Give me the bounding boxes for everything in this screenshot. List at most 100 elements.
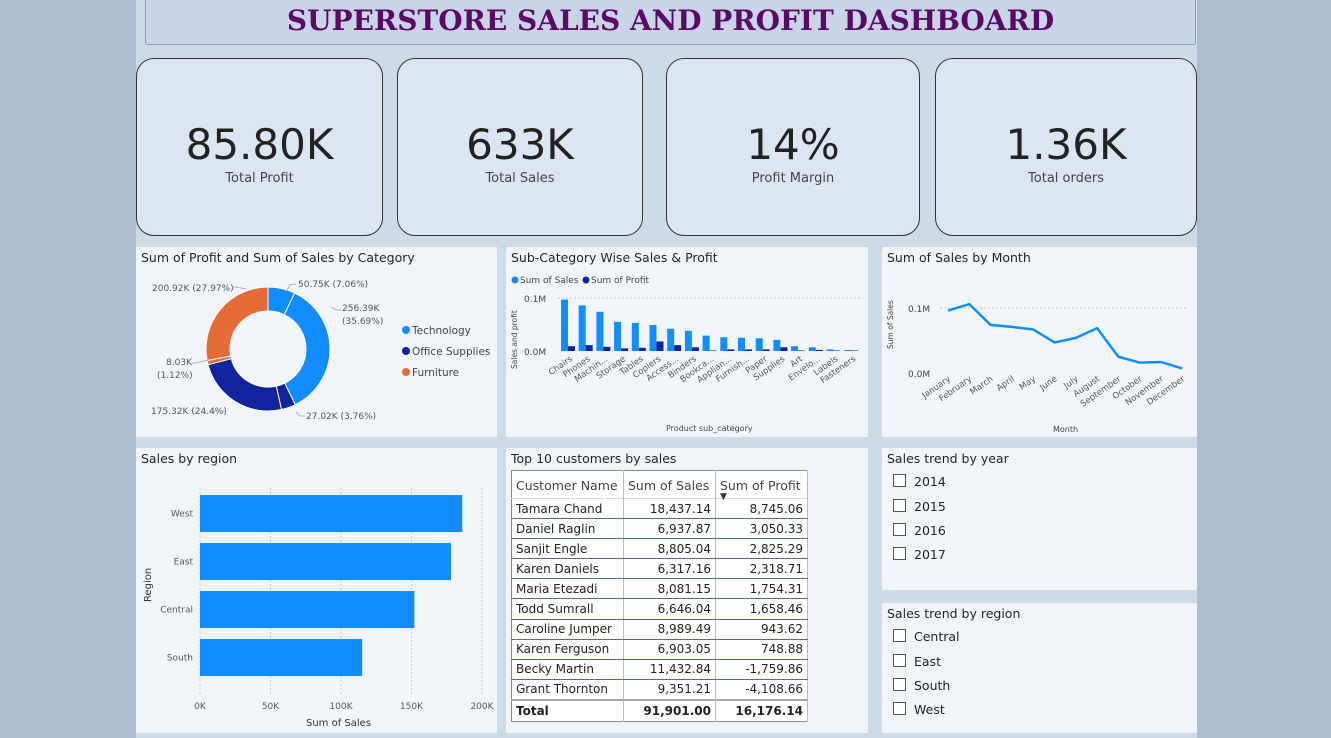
column-header-profit[interactable]: Sum of Profit ▼ bbox=[715, 470, 808, 502]
profit-bar[interactable] bbox=[815, 349, 823, 351]
sales-bar[interactable] bbox=[631, 322, 639, 351]
slicer-option-central[interactable]: Central bbox=[893, 629, 960, 644]
region-slicer[interactable]: Sales trend by region Central East South… bbox=[882, 603, 1197, 733]
sales-bar[interactable] bbox=[684, 330, 692, 351]
donut-label: 8.03K bbox=[166, 358, 193, 368]
slicer-option-2016[interactable]: 2016 bbox=[893, 523, 946, 538]
sales-bar[interactable] bbox=[649, 325, 657, 351]
slicer-option-east[interactable]: East bbox=[893, 654, 941, 669]
customers-title: Top 10 customers by sales bbox=[511, 451, 677, 466]
table-row[interactable]: Todd Sumrall 6,646.04 1,658.46 bbox=[511, 598, 808, 620]
profit-bar[interactable] bbox=[585, 345, 593, 351]
sales-cell: 6,646.04 bbox=[623, 598, 716, 620]
y-tick-label: 0.0M bbox=[524, 348, 546, 358]
year-slicer[interactable]: Sales trend by year 2014 2015 2016 2017 bbox=[882, 448, 1197, 590]
sales-bar[interactable] bbox=[844, 349, 852, 351]
sales-bar[interactable] bbox=[791, 346, 799, 351]
donut-slice[interactable] bbox=[205, 286, 269, 362]
table-row[interactable]: Grant Thornton 9,351.21 -4,108.66 bbox=[511, 678, 808, 701]
table-row[interactable]: Daniel Raglin 6,937.87 3,050.33 bbox=[511, 518, 808, 540]
table-row[interactable]: Sanjit Engle 8,805.04 2,825.29 bbox=[511, 538, 808, 560]
kpi-label: Total orders bbox=[1028, 171, 1104, 186]
slicer-option-south[interactable]: South bbox=[893, 678, 950, 693]
slicer-option-west[interactable]: West bbox=[893, 702, 945, 717]
y-axis-title: Sum of Sales bbox=[886, 300, 895, 349]
donut-slice[interactable] bbox=[207, 358, 283, 412]
table-row[interactable]: Tamara Chand 18,437.14 8,745.06 bbox=[511, 497, 808, 520]
sales-bar[interactable] bbox=[561, 299, 568, 351]
x-tick-label: 50K bbox=[262, 702, 280, 712]
profit-bar[interactable] bbox=[762, 349, 770, 351]
table-row[interactable]: Maria Etezadi 8,081.15 1,754.31 bbox=[511, 578, 808, 600]
column-header-sales[interactable]: Sum of Sales bbox=[623, 470, 716, 499]
profit-bar[interactable] bbox=[780, 347, 788, 351]
sales-bar[interactable] bbox=[667, 328, 675, 351]
profit-bar[interactable] bbox=[833, 350, 841, 351]
profit-bar[interactable] bbox=[656, 341, 664, 351]
donut-slice[interactable] bbox=[283, 292, 331, 406]
checkbox[interactable] bbox=[893, 474, 906, 487]
checkbox[interactable] bbox=[893, 523, 906, 536]
region-bar[interactable] bbox=[200, 495, 463, 532]
sales-bar[interactable] bbox=[826, 349, 834, 351]
sales-bar[interactable] bbox=[773, 339, 781, 351]
table-row[interactable]: Becky Martin 11,432.84 -1,759.86 bbox=[511, 658, 808, 680]
checkbox[interactable] bbox=[893, 702, 906, 715]
checkbox[interactable] bbox=[893, 547, 906, 560]
profit-cell: 2,825.29 bbox=[715, 538, 808, 560]
donut-panel[interactable]: Sum of Profit and Sum of Sales by Catego… bbox=[136, 247, 497, 437]
sales-bar[interactable] bbox=[738, 337, 745, 351]
profit-bar[interactable] bbox=[568, 346, 575, 351]
region-bar[interactable] bbox=[200, 543, 451, 580]
kpi-card-total-sales[interactable]: 633K Total Sales bbox=[397, 58, 643, 236]
profit-bar[interactable] bbox=[798, 350, 806, 351]
slicer-option-2015[interactable]: 2015 bbox=[893, 499, 946, 514]
sales-bar[interactable] bbox=[720, 337, 728, 351]
profit-bar[interactable] bbox=[674, 345, 682, 351]
checkbox[interactable] bbox=[893, 654, 906, 667]
profit-bar[interactable] bbox=[691, 347, 699, 351]
profit-cell: 8,745.06 bbox=[715, 497, 808, 520]
month-chart[interactable]: 0.1M 0.0M Sum of Sales Month JanuaryFebr… bbox=[882, 247, 1197, 437]
sales-bar[interactable] bbox=[578, 305, 586, 351]
region-bar[interactable] bbox=[200, 591, 415, 628]
donut-label: 27.02K (3.76%) bbox=[306, 412, 376, 422]
customers-panel[interactable]: Top 10 customers by sales Customer Name … bbox=[506, 448, 868, 733]
checkbox[interactable] bbox=[893, 499, 906, 512]
kpi-card-total-profit[interactable]: 85.80K Total Profit bbox=[136, 58, 383, 236]
sales-bar[interactable] bbox=[702, 335, 710, 351]
profit-bar[interactable] bbox=[745, 349, 752, 351]
column-header-customer[interactable]: Customer Name bbox=[511, 470, 624, 499]
profit-bar[interactable] bbox=[603, 346, 611, 351]
profit-bar[interactable] bbox=[709, 350, 717, 351]
profit-bar[interactable] bbox=[727, 349, 735, 351]
month-series-line[interactable] bbox=[947, 302, 1183, 370]
sales-bar[interactable] bbox=[808, 347, 816, 351]
donut-chart[interactable]: 50.75K (7.06%) 256.39K (35.69%) 27.02K (… bbox=[136, 247, 497, 437]
donut-label: 200.92K (27.97%) bbox=[152, 284, 234, 294]
slicer-option-2017[interactable]: 2017 bbox=[893, 547, 946, 562]
region-panel[interactable]: Sales by region West East Central South 0K 5… bbox=[136, 448, 497, 733]
kpi-card-profit-margin[interactable]: 14% Profit Margin bbox=[666, 58, 920, 236]
slicer-option-2014[interactable]: 2014 bbox=[893, 474, 946, 489]
sales-bar[interactable] bbox=[596, 311, 604, 351]
checkbox[interactable] bbox=[893, 678, 906, 691]
profit-bar[interactable] bbox=[851, 350, 859, 351]
profit-bar[interactable] bbox=[638, 347, 646, 351]
customers-table[interactable]: Customer Name Sum of Sales Sum of Profit… bbox=[511, 470, 808, 722]
month-panel[interactable]: Sum of Sales by Month 0.1M 0.0M Sum of S… bbox=[882, 247, 1197, 437]
slicer-option-label: 2014 bbox=[914, 474, 946, 489]
table-row[interactable]: Karen Daniels 6,317.16 2,318.71 bbox=[511, 558, 808, 580]
checkbox[interactable] bbox=[893, 629, 906, 642]
sales-bar[interactable] bbox=[755, 338, 763, 351]
region-bar[interactable] bbox=[200, 639, 363, 676]
kpi-card-total-orders[interactable]: 1.36K Total orders bbox=[935, 58, 1197, 236]
subcategory-panel[interactable]: Sub-Category Wise Sales & Profit Sum of … bbox=[506, 247, 868, 437]
region-chart[interactable]: West East Central South 0K 50K 100K 150K 200K R… bbox=[136, 448, 497, 733]
profit-bar[interactable] bbox=[621, 348, 629, 351]
sales-bar[interactable] bbox=[614, 321, 622, 351]
table-row[interactable]: Karen Ferguson 6,903.05 748.88 bbox=[511, 638, 808, 660]
sales-cell: 11,432.84 bbox=[623, 658, 716, 680]
subcategory-chart[interactable]: Sum of Sales Sum of Profit 0.1M 0.0M Sal… bbox=[506, 247, 868, 437]
table-row[interactable]: Caroline Jumper 8,989.49 943.62 bbox=[511, 618, 808, 640]
